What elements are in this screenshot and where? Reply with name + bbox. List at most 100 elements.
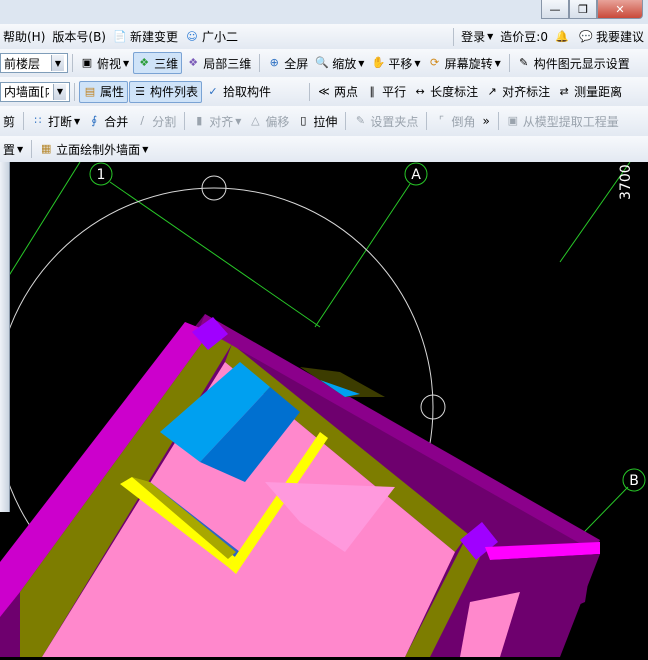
left-panel-edge[interactable] [0, 162, 10, 512]
chevron-down-icon: ▼ [414, 58, 421, 68]
notification-button[interactable]: 🔔 [552, 27, 575, 47]
chevron-down-icon: ▼ [358, 58, 365, 68]
view-3d-button[interactable]: ❖ 三维 [133, 52, 183, 74]
length-dim-button[interactable]: ↔ 长度标注 [410, 82, 481, 102]
chevron-down-icon: ▼ [51, 55, 64, 71]
list-icon: ☰ [135, 84, 145, 98]
extract-icon: ▣ [507, 114, 518, 127]
partial-3d-button[interactable]: ❖ 局部三维 [183, 53, 254, 73]
cut-label: 剪 [3, 114, 16, 129]
merge-button[interactable]: ∮ 合并 [84, 111, 131, 131]
minimize-button[interactable]: — [541, 0, 569, 19]
cost-beans[interactable]: 造价豆:0 [497, 27, 551, 47]
axis-line-1 [109, 181, 321, 328]
floor-select[interactable]: 前楼层 ▼ [0, 53, 68, 73]
fullscreen-button[interactable]: ⊕ 全屏 [264, 53, 311, 73]
component-toolbar: 内墙面[内 ▼ ▤ 属性 ☰ 构件列表 ✓ 拾取构件 ≪ 两点 ∥ 平行 ↔ 长度标注 ↗ 对齐… [0, 77, 648, 107]
length-dim-label: 长度标注 [430, 85, 479, 99]
ruler-icon: ⇄ [559, 84, 569, 98]
stretch-button[interactable]: ▯ 拉伸 [293, 111, 340, 131]
settings-dropdown[interactable]: 置 ▼ [0, 139, 26, 159]
menu-help-label: 帮助(H) [3, 30, 46, 44]
chamfer-label: 倒角 [451, 114, 476, 129]
split-icon: ∕ [140, 114, 145, 127]
separator [72, 54, 73, 72]
pencil-settings-icon: ✎ [519, 56, 529, 69]
measure-label: 测量距离 [574, 85, 623, 99]
pick-component-button[interactable]: ✓ 拾取构件 [203, 82, 274, 102]
login-menu[interactable]: 登录 ▼ [458, 27, 496, 47]
floor-select-value: 前楼层 [4, 56, 41, 71]
menu-bar: 帮助(H) 版本号(B) 📄 新建变更 ☺ 广小二 登录 ▼ 造价豆:0 🔔 💬 我要建… [0, 24, 648, 50]
pick-component-label: 拾取构件 [223, 85, 272, 99]
two-points-button[interactable]: ≪ 两点 [314, 82, 361, 102]
set-pivot-button[interactable]: ✎ 设置夹点 [350, 111, 421, 131]
break-label: 打断 [48, 114, 73, 129]
dimension-label: 3700 [618, 164, 634, 200]
chevron-down-icon: ▼ [74, 116, 81, 126]
menu-version[interactable]: 版本号(B) [49, 27, 109, 47]
align-button[interactable]: ▮ 对齐 ▼ [189, 111, 244, 131]
draw-elevation-wall-label: 立面绘制外墙面 [56, 142, 141, 157]
menu-help[interactable]: 帮助(H) [0, 27, 48, 47]
zoom-button[interactable]: 🔍 缩放 ▼ [312, 53, 367, 73]
component-list-button[interactable]: ☰ 构件列表 [129, 80, 203, 103]
cut-button[interactable]: 剪 [0, 111, 18, 131]
new-change-button[interactable]: 📄 新建变更 [110, 27, 181, 47]
separator [497, 112, 499, 130]
zoom-label: 缩放 [332, 56, 357, 71]
top-view-label: 俯视 [97, 56, 122, 71]
top-view-button[interactable]: ▣ 俯视 ▼ [77, 53, 132, 73]
properties-label: 属性 [100, 85, 125, 99]
cube-icon: ▣ [81, 56, 93, 69]
double-chevron-icon: » [482, 114, 490, 128]
chevron-down-icon: ▼ [235, 116, 242, 126]
chevron-down-icon: ▼ [53, 83, 66, 100]
assistant-button[interactable]: ☺ 广小二 [182, 27, 241, 47]
login-label: 登录 [461, 30, 486, 44]
break-button[interactable]: ∷ 打断 ▼ [28, 111, 83, 131]
restore-button[interactable]: ❐ [569, 0, 597, 19]
window-controls: — ❐ ✕ [541, 0, 643, 19]
chevron-down-icon: ▼ [494, 58, 501, 68]
rotate-icon: ⟳ [429, 56, 440, 69]
extract-label: 从模型提取工程量 [522, 114, 619, 129]
axis-line-a [314, 183, 411, 328]
separator [74, 82, 75, 101]
wall-type-select[interactable]: 内墙面[内 ▼ [0, 81, 70, 102]
separator [184, 112, 186, 130]
suggest-label: 我要建议 [595, 30, 644, 44]
more-tools-button[interactable]: » [479, 111, 492, 131]
parallel-icon: ∥ [369, 84, 375, 98]
zoom-extents-icon: ⊕ [269, 56, 279, 69]
parallel-button[interactable]: ∥ 平行 [362, 82, 409, 102]
chevron-down-icon: ▼ [17, 144, 24, 154]
stretch-icon: ▯ [300, 114, 307, 127]
display-settings-button[interactable]: ✎ 构件图元显示设置 [514, 53, 633, 73]
cost-beans-label: 造价豆:0 [500, 30, 548, 44]
separator [259, 54, 261, 72]
speech-bubble-icon: 💬 [579, 29, 593, 43]
split-button[interactable]: ∕ 分割 [132, 111, 179, 131]
3d-viewport[interactable]: 1 A B 3700 [0, 161, 648, 657]
axis-label-b: B [629, 473, 639, 489]
3d-scene[interactable]: 1 A B 3700 [0, 161, 648, 657]
break-icon: ∷ [34, 114, 42, 127]
building-model[interactable] [0, 314, 600, 657]
wall-icon: ▦ [40, 142, 52, 155]
new-change-label: 新建变更 [130, 30, 179, 44]
offset-button[interactable]: △ 偏移 [245, 111, 292, 131]
separator [23, 112, 25, 130]
pan-button[interactable]: ✋ 平移 ▼ [368, 53, 423, 73]
rotate-button[interactable]: ⟳ 屏幕旋转 ▼ [425, 53, 504, 73]
draw-elevation-wall-button[interactable]: ▦ 立面绘制外墙面 ▼ [36, 139, 151, 159]
offset-label: 偏移 [265, 114, 290, 129]
chevron-down-icon: ▼ [487, 32, 494, 41]
chamfer-button[interactable]: ⌜ 倒角 [431, 111, 478, 131]
align-dim-button[interactable]: ↗ 对齐标注 [482, 82, 553, 102]
extract-quantity-button[interactable]: ▣ 从模型提取工程量 [503, 111, 622, 131]
properties-button[interactable]: ▤ 属性 [79, 80, 129, 103]
close-button[interactable]: ✕ [597, 0, 643, 19]
measure-button[interactable]: ⇄ 测量距离 [554, 82, 625, 102]
suggest-button[interactable]: 💬 我要建议 [576, 27, 647, 47]
